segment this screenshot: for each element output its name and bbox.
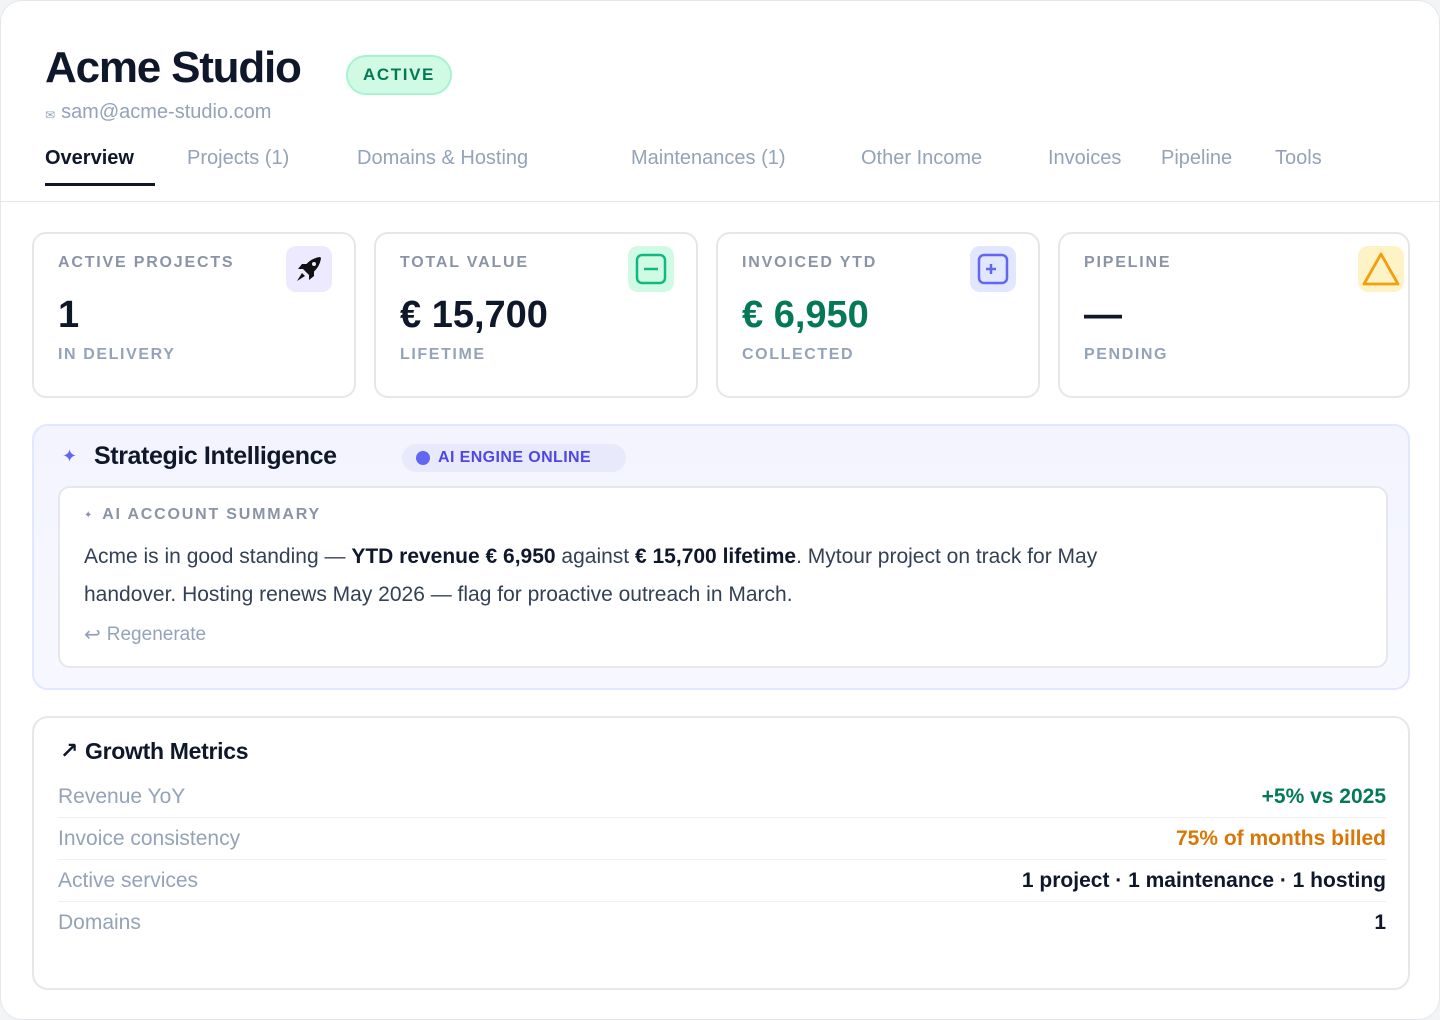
stat-card-pipeline: PIPELINE — PENDING bbox=[1058, 232, 1410, 398]
sparkle-icon: ✦ bbox=[62, 446, 78, 466]
client-detail-panel: Acme Studio ACTIVE ✉ sam@acme-studio.com… bbox=[0, 0, 1440, 1020]
growth-metrics-panel: ↗ Growth Metrics Revenue YoY +5% vs 2025… bbox=[32, 716, 1410, 990]
regenerate-label: Regenerate bbox=[106, 623, 207, 645]
minus-square-icon bbox=[628, 246, 674, 292]
stat-label: ACTIVE PROJECTS bbox=[58, 254, 235, 271]
tab-domains-hosting[interactable]: Domains & Hosting bbox=[357, 147, 528, 170]
stat-card-total-value: TOTAL VALUE € 15,700 LIFETIME bbox=[374, 232, 698, 398]
stat-sublabel: LIFETIME bbox=[400, 346, 486, 363]
client-email[interactable]: sam@acme-studio.com bbox=[61, 101, 271, 124]
stat-value: — bbox=[1084, 294, 1122, 336]
summary-highlight: € 15,700 lifetime bbox=[634, 545, 797, 568]
metric-row-domains: Domains 1 bbox=[58, 902, 1386, 944]
undo-arrow-icon: ↩ bbox=[84, 624, 101, 646]
metric-label: Invoice consistency bbox=[58, 826, 241, 850]
metric-row-active-services: Active services 1 project · 1 maintenanc… bbox=[58, 860, 1386, 902]
stat-card-active-projects: ACTIVE PROJECTS 1 IN DELIVERY bbox=[32, 232, 356, 398]
stat-value: € 6,950 bbox=[742, 294, 869, 336]
metric-row-revenue-yoy: Revenue YoY +5% vs 2025 bbox=[58, 776, 1386, 818]
metric-label: Domains bbox=[58, 911, 141, 934]
regenerate-button[interactable]: ↩ Regenerate bbox=[84, 622, 206, 647]
tab-invoices[interactable]: Invoices bbox=[1048, 147, 1121, 170]
client-email-row[interactable]: ✉ sam@acme-studio.com bbox=[45, 101, 271, 124]
metric-label: Revenue YoY bbox=[58, 784, 186, 808]
summary-text-part: Acme is in good standing — bbox=[84, 545, 352, 568]
metric-value: 1 project · 1 maintenance · 1 hosting bbox=[1021, 868, 1386, 892]
tab-maintenances[interactable]: Maintenances (1) bbox=[631, 147, 786, 170]
tab-other-income[interactable]: Other Income bbox=[861, 147, 982, 170]
stat-sublabel: PENDING bbox=[1084, 346, 1169, 363]
ai-summary-card: ✦ AI ACCOUNT SUMMARY Acme is in good sta… bbox=[58, 486, 1388, 668]
summary-highlight: YTD revenue € 6,950 bbox=[351, 545, 556, 568]
status-dot-icon bbox=[416, 451, 430, 465]
rocket-icon bbox=[286, 246, 332, 292]
summary-text-part: against bbox=[555, 545, 635, 568]
trend-arrow-icon: ↗ bbox=[60, 738, 79, 763]
summary-label-row: ✦ AI ACCOUNT SUMMARY bbox=[84, 506, 321, 524]
stat-label: INVOICED YTD bbox=[742, 254, 878, 271]
metric-value: 75% of months billed bbox=[1175, 826, 1386, 850]
strategic-intelligence-panel: ✦ Strategic Intelligence AI ENGINE ONLIN… bbox=[32, 424, 1410, 690]
stat-sublabel: IN DELIVERY bbox=[58, 346, 176, 363]
stat-label: PIPELINE bbox=[1084, 254, 1172, 271]
status-badge: ACTIVE bbox=[346, 55, 452, 95]
metric-value: 1 bbox=[1374, 911, 1386, 934]
summary-text: Acme is in good standing — YTD revenue €… bbox=[84, 538, 1164, 614]
client-name: Acme Studio bbox=[45, 43, 302, 92]
stat-value: 1 bbox=[58, 294, 80, 336]
tab-projects[interactable]: Projects (1) bbox=[187, 147, 289, 170]
warning-triangle-icon bbox=[1358, 246, 1404, 292]
plus-square-icon bbox=[970, 246, 1016, 292]
tab-tools[interactable]: Tools bbox=[1275, 147, 1322, 170]
sparkle-icon: ✦ bbox=[84, 509, 95, 521]
mail-icon: ✉ bbox=[45, 107, 56, 122]
active-tab-indicator bbox=[45, 183, 155, 186]
stat-sublabel: COLLECTED bbox=[742, 346, 855, 363]
ai-engine-status-text: AI ENGINE ONLINE bbox=[438, 449, 592, 466]
stat-label: TOTAL VALUE bbox=[400, 254, 529, 271]
client-header: Acme Studio ACTIVE ✉ sam@acme-studio.com… bbox=[1, 1, 1439, 202]
metric-row-invoice-consistency: Invoice consistency 75% of months billed bbox=[58, 818, 1386, 860]
section-title: Strategic Intelligence bbox=[94, 442, 337, 470]
ai-engine-status-badge: AI ENGINE ONLINE bbox=[402, 444, 626, 472]
summary-label: AI ACCOUNT SUMMARY bbox=[102, 506, 321, 523]
metric-label: Active services bbox=[58, 868, 199, 892]
tab-pipeline[interactable]: Pipeline bbox=[1161, 147, 1232, 170]
tab-overview[interactable]: Overview bbox=[45, 147, 134, 170]
metric-value: +5% vs 2025 bbox=[1261, 784, 1386, 808]
stat-value: € 15,700 bbox=[400, 294, 548, 336]
stat-card-invoiced-ytd: INVOICED YTD € 6,950 COLLECTED bbox=[716, 232, 1040, 398]
section-title: Growth Metrics bbox=[85, 738, 249, 764]
tab-bar: Overview Projects (1) Domains & Hosting … bbox=[1, 143, 1439, 187]
